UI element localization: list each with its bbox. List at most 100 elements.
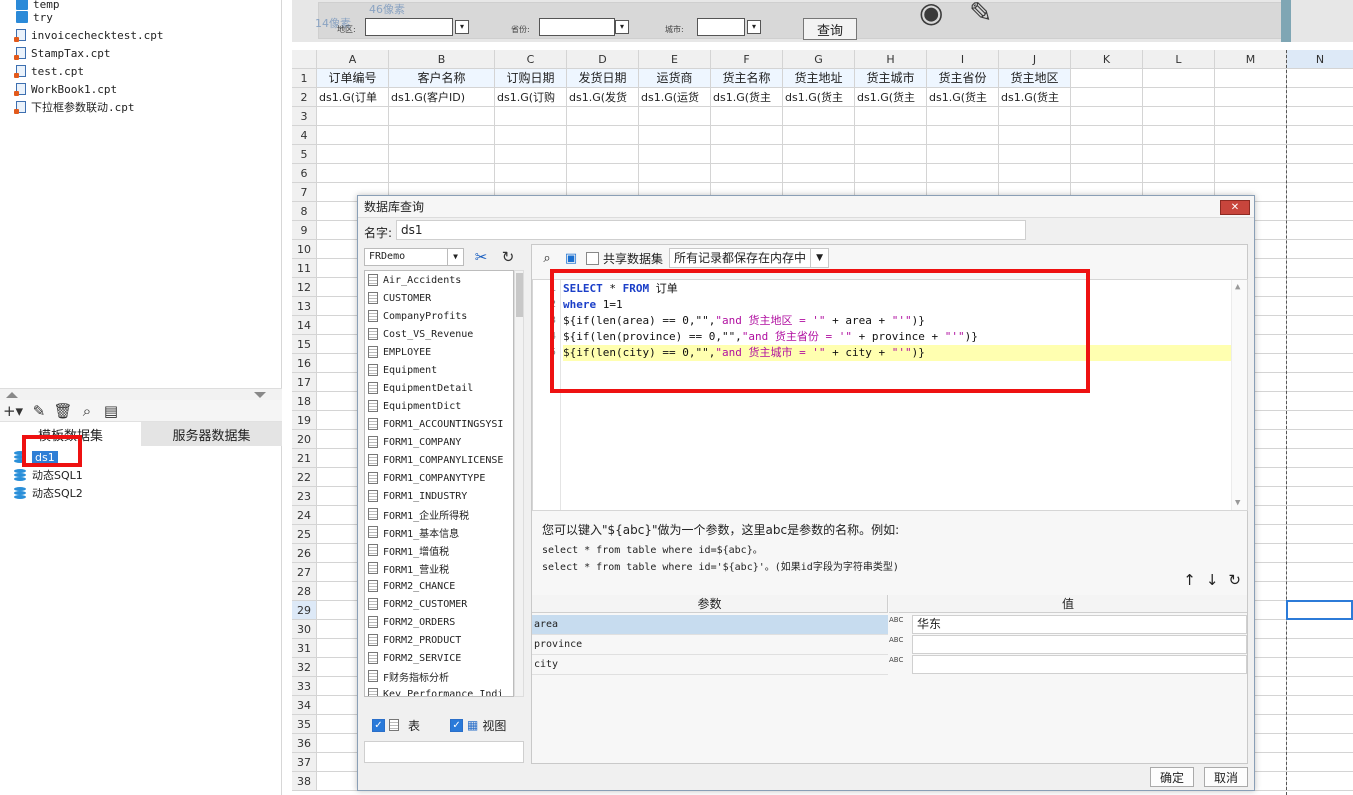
table-list-item[interactable]: FORM1_营业税 [365, 559, 513, 577]
row-header[interactable]: 13 [292, 297, 317, 316]
grid-cell[interactable] [1287, 639, 1353, 658]
column-header[interactable]: N [1287, 50, 1353, 69]
grid-cell[interactable] [1287, 145, 1353, 164]
grid-cell[interactable] [639, 126, 711, 145]
grid-cell[interactable] [1287, 259, 1353, 278]
grid-cell[interactable] [1287, 202, 1353, 221]
grid-cell[interactable] [1287, 126, 1353, 145]
param-row-city[interactable]: city ABC [532, 655, 1248, 675]
row-header[interactable]: 3 [292, 107, 317, 126]
grid-cell[interactable]: 货主地址 [783, 69, 855, 88]
row-header[interactable]: 36 [292, 734, 317, 753]
grid-cell[interactable] [1215, 88, 1287, 107]
grid-cell[interactable] [567, 145, 639, 164]
grid-cell[interactable] [783, 107, 855, 126]
row-header[interactable]: 20 [292, 430, 317, 449]
column-header[interactable]: M [1215, 50, 1287, 69]
row-header[interactable]: 28 [292, 582, 317, 601]
column-header[interactable]: E [639, 50, 711, 69]
close-icon[interactable]: ✕ [1220, 200, 1250, 215]
file-item-try[interactable]: try [16, 8, 53, 26]
table-list-item[interactable]: FORM2_CUSTOMER [365, 595, 513, 613]
area-dropdown-icon[interactable]: ▾ [455, 20, 469, 34]
grid-corner[interactable] [292, 50, 317, 69]
grid-cell[interactable] [1287, 278, 1353, 297]
param-value-input[interactable] [912, 655, 1247, 674]
grid-cell[interactable] [1215, 69, 1287, 88]
grid-cell[interactable]: ds1.G(运货 [639, 88, 711, 107]
grid-cell[interactable] [317, 164, 389, 183]
column-header[interactable]: F [711, 50, 783, 69]
grid-cell[interactable] [1143, 145, 1215, 164]
scroll-up-icon[interactable]: ▲ [1235, 282, 1240, 292]
grid-cell[interactable] [1287, 335, 1353, 354]
table-list-item[interactable]: Equipment [365, 361, 513, 379]
connection-select[interactable]: FRDemo ▼ [364, 248, 464, 266]
grid-cell[interactable] [1287, 449, 1353, 468]
grid-cell[interactable] [1287, 658, 1353, 677]
move-down-icon[interactable]: ↓ [1206, 571, 1219, 589]
grid-cell[interactable]: 货主省份 [927, 69, 999, 88]
table-list-item[interactable]: FORM1_基本信息 [365, 523, 513, 541]
grid-cell[interactable] [567, 107, 639, 126]
panel-splitter[interactable] [0, 388, 282, 400]
type-switch-icon[interactable]: ABC [889, 655, 911, 675]
cancel-button[interactable]: 取消 [1204, 767, 1248, 787]
row-header[interactable]: 35 [292, 715, 317, 734]
grid-cell[interactable] [783, 164, 855, 183]
grid-cell[interactable] [1215, 145, 1287, 164]
row-header[interactable]: 38 [292, 772, 317, 791]
refresh-icon[interactable]: ↻ [497, 246, 519, 268]
grid-cell[interactable] [317, 145, 389, 164]
grid-cell[interactable] [567, 126, 639, 145]
row-header[interactable]: 30 [292, 620, 317, 639]
refresh-params-icon[interactable]: ↻ [1228, 571, 1241, 589]
table-list-item[interactable]: FORM1_INDUSTRY [365, 487, 513, 505]
table-list-item[interactable]: EquipmentDetail [365, 379, 513, 397]
table-list-item[interactable]: FORM1_ACCOUNTINGSYSI [365, 415, 513, 433]
file-item-invoicechecktest[interactable]: invoicechecktest.cpt [14, 26, 163, 44]
grid-cell[interactable] [1143, 164, 1215, 183]
ok-button[interactable]: 确定 [1150, 767, 1194, 787]
grid-cell[interactable]: ds1.G(货主 [855, 88, 927, 107]
grid-cell[interactable] [855, 145, 927, 164]
grid-cell[interactable] [711, 145, 783, 164]
row-header[interactable]: 14 [292, 316, 317, 335]
table-list-item[interactable]: FORM2_PRODUCT [365, 631, 513, 649]
row-header[interactable]: 11 [292, 259, 317, 278]
row-header[interactable]: 4 [292, 126, 317, 145]
grid-cell[interactable]: ds1.G(订单 [317, 88, 389, 107]
collapse-up-icon[interactable] [6, 392, 18, 398]
row-header[interactable]: 23 [292, 487, 317, 506]
grid-cell[interactable] [317, 126, 389, 145]
grid-cell[interactable] [1287, 240, 1353, 259]
row-header[interactable]: 7 [292, 183, 317, 202]
grid-cell[interactable] [783, 126, 855, 145]
grid-cell[interactable] [389, 145, 495, 164]
grid-cell[interactable] [711, 107, 783, 126]
grid-cell[interactable] [1287, 582, 1353, 601]
province-dropdown-icon[interactable]: ▾ [615, 20, 629, 34]
table-list-item[interactable]: FORM2_SERVICE [365, 649, 513, 667]
row-header[interactable]: 15 [292, 335, 317, 354]
row-header[interactable]: 16 [292, 354, 317, 373]
grid-cell[interactable] [1287, 544, 1353, 563]
table-list-scrollbar[interactable] [514, 270, 524, 697]
file-item-dropdown-linkage[interactable]: 下拉框参数联动.cpt [14, 98, 135, 116]
query-button[interactable]: 查询 [803, 18, 857, 40]
grid-cell[interactable]: ds1.G(货主 [783, 88, 855, 107]
grid-cell[interactable] [1287, 392, 1353, 411]
grid-cell[interactable] [1215, 126, 1287, 145]
grid-cell[interactable]: 货主名称 [711, 69, 783, 88]
grid-cell[interactable] [1287, 354, 1353, 373]
grid-cell[interactable] [1071, 69, 1143, 88]
column-header[interactable]: I [927, 50, 999, 69]
grid-cell[interactable] [1287, 164, 1353, 183]
grid-cell[interactable] [1287, 107, 1353, 126]
type-switch-icon[interactable]: ABC [889, 635, 911, 655]
grid-cell[interactable] [855, 126, 927, 145]
row-header[interactable]: 5 [292, 145, 317, 164]
row-header[interactable]: 27 [292, 563, 317, 582]
city-combo[interactable] [697, 18, 745, 36]
grid-cell[interactable] [1287, 88, 1353, 107]
